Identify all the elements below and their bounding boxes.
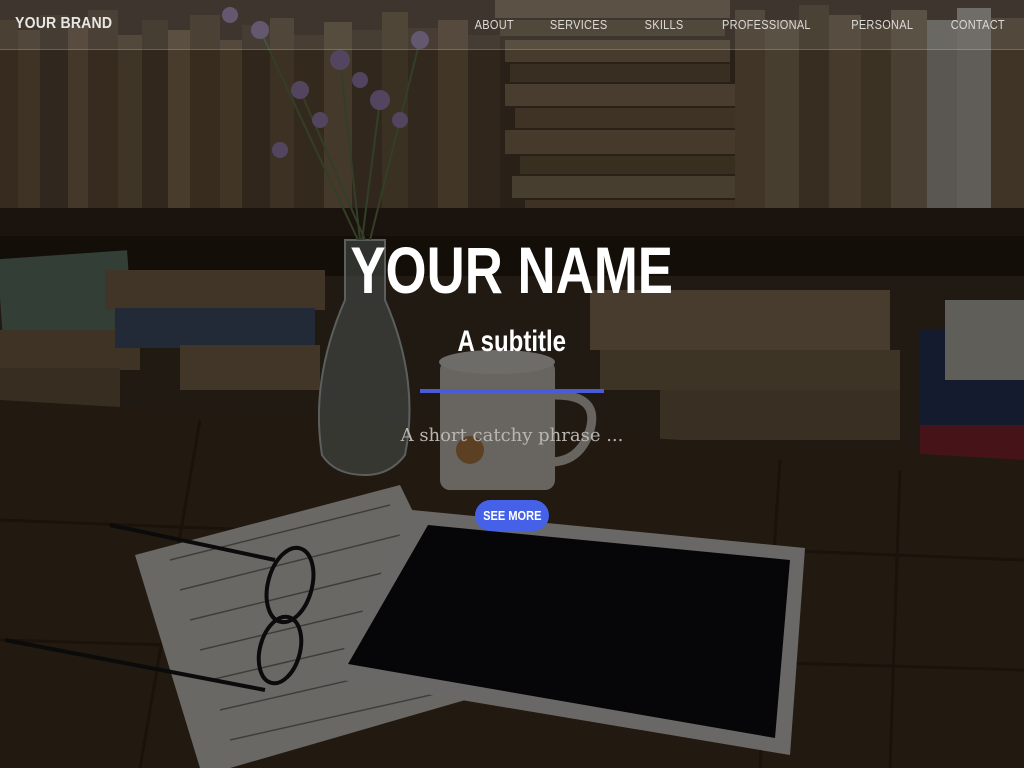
see-more-button[interactable]: SEE MORE bbox=[475, 500, 549, 531]
hero-title-text: YOUR NAME bbox=[350, 233, 674, 307]
hero-tagline: A short catchy phrase ... bbox=[400, 425, 624, 446]
accent-divider bbox=[420, 389, 604, 393]
hero-section: YOUR BRAND ABOUT SERVICES SKILLS PROFESS… bbox=[0, 0, 1024, 768]
see-more-label: SEE MORE bbox=[482, 508, 542, 523]
hero-title: YOUR NAME bbox=[0, 228, 1024, 312]
hero-content: YOUR NAME A subtitle A short catchy phra… bbox=[0, 0, 1024, 768]
hero-subtitle-text: A subtitle bbox=[457, 325, 567, 358]
hero-subtitle: A subtitle bbox=[0, 322, 1024, 362]
